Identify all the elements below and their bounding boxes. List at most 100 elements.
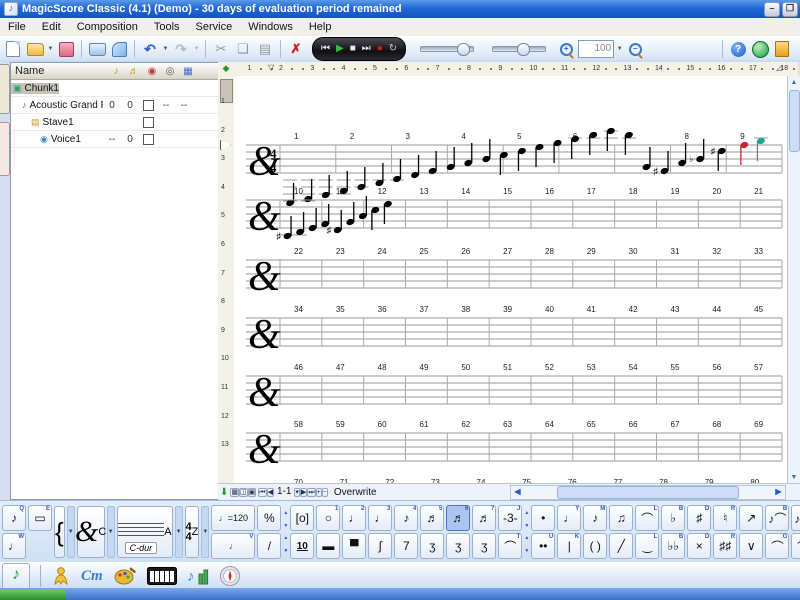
menu-item-composition[interactable]: Composition — [69, 19, 146, 35]
volume-slider[interactable] — [420, 43, 475, 56]
skip-back-button[interactable]: ⏮ — [321, 44, 330, 54]
palette-button[interactable]: ▭ E — [28, 505, 52, 531]
scroll-right-arrow[interactable]: ▶ — [772, 486, 785, 497]
print-preview-button[interactable] — [109, 39, 129, 59]
menu-item-file[interactable]: File — [0, 19, 34, 35]
palette-button[interactable]: ↗ — [739, 505, 764, 531]
palette-button[interactable]: ○ 1 — [316, 505, 341, 531]
palette-button[interactable]: ♯♯ R — [713, 533, 738, 559]
undo-dropdown[interactable]: ▼ — [162, 39, 169, 59]
tree-checkbox[interactable] — [142, 116, 154, 128]
zoom-out-button[interactable]: − — [625, 39, 645, 59]
palette-icon[interactable] — [113, 566, 137, 586]
palette-button[interactable]: •• U — [531, 533, 556, 559]
undo-button[interactable]: ↶ — [140, 39, 160, 59]
palette-button[interactable]: % — [257, 505, 282, 531]
tree-cell[interactable] — [139, 116, 157, 128]
nav-first-button[interactable]: ⏮ — [258, 488, 267, 497]
nav-minus-button[interactable]: − — [321, 488, 328, 497]
menu-item-windows[interactable]: Windows — [240, 19, 301, 35]
palette-button[interactable]: ♩ W — [2, 533, 26, 559]
help-button[interactable]: ? — [728, 39, 748, 59]
palette-brace-button[interactable]: { — [54, 506, 65, 558]
palette-button[interactable]: ♩ 3 — [368, 505, 393, 531]
palette-button[interactable]: 10 — [290, 533, 315, 559]
play-button[interactable]: ▶ — [336, 44, 344, 54]
menu-item-edit[interactable]: Edit — [34, 19, 69, 35]
menu-item-service[interactable]: Service — [188, 19, 241, 35]
view-mode-button-1[interactable]: ▦ — [230, 488, 240, 497]
dock-tab-1[interactable] — [0, 64, 10, 114]
figure-icon[interactable] — [51, 566, 71, 586]
scroll-up-arrow[interactable]: ▲ — [788, 76, 800, 89]
zoom-value-input[interactable]: 100 — [578, 40, 615, 58]
palette-button[interactable]: 7 — [394, 533, 419, 559]
cut-button[interactable]: ✂ — [211, 39, 231, 59]
palette-button[interactable]: / — [257, 533, 282, 559]
palette-button[interactable]: ♪⌒ B — [765, 505, 790, 531]
palette-button[interactable]: -3- J — [498, 505, 523, 531]
goto-icon[interactable]: ⬇ — [220, 487, 228, 498]
palette-timesig-button[interactable]: 44Z — [184, 506, 200, 558]
palette-button[interactable]: ▀ — [342, 533, 367, 559]
loop-button[interactable]: ↻ — [389, 44, 397, 54]
zoom-dropdown[interactable]: ▼ — [616, 39, 623, 59]
save-button[interactable] — [56, 39, 76, 59]
tree-row[interactable]: ▣ Chunk1 — [11, 80, 219, 97]
open-dropdown[interactable]: ▼ — [47, 39, 54, 59]
view-mode-button-3[interactable]: ▣ — [247, 488, 257, 497]
redo-dropdown[interactable]: ▼ — [193, 39, 200, 59]
palette-button[interactable]: ʒ — [446, 533, 471, 559]
keyboard-icon[interactable] — [146, 567, 177, 585]
palette-dropdown[interactable]: ▼ — [106, 506, 115, 558]
exit-button[interactable] — [772, 39, 792, 59]
tree-checkbox[interactable] — [142, 99, 154, 111]
nav-last-button[interactable]: ⏭ — [307, 488, 316, 497]
new-button[interactable] — [3, 39, 23, 59]
palette-dropdown[interactable]: ▼ — [66, 506, 75, 558]
hscroll-thumb[interactable] — [557, 486, 739, 499]
tree-cell[interactable] — [139, 133, 157, 145]
open-button[interactable] — [25, 39, 45, 59]
zoom-in-button[interactable]: + — [556, 39, 576, 59]
palette-spinner[interactable]: ▲ ▼ ▲ ▼ — [524, 507, 529, 557]
palette-button[interactable]: ♭ B — [661, 505, 686, 531]
redo-button[interactable]: ↷ — [171, 39, 191, 59]
minimize-button[interactable]: – — [764, 2, 780, 17]
chord-tool-icon[interactable]: Cm — [81, 568, 103, 585]
palette-button[interactable]: ♯ D — [687, 505, 712, 531]
palette-button[interactable]: ♪ Q — [2, 505, 26, 531]
tree-row[interactable]: ◉ Voice1 -- 0 — [11, 131, 219, 148]
menu-item-help[interactable]: Help — [301, 19, 340, 35]
print-button[interactable] — [87, 39, 107, 59]
palette-button[interactable]: ♬ 5 — [420, 505, 445, 531]
paste-button[interactable]: ▤ — [255, 39, 275, 59]
palette-button[interactable]: ╱ — [609, 533, 634, 559]
note-tab[interactable]: ♪ — [2, 563, 30, 589]
palette-button[interactable]: ♪⌒F — [791, 505, 800, 531]
tempo-slider-knob[interactable] — [517, 43, 531, 56]
tree-row[interactable]: ▤ Stave1 — [11, 114, 219, 131]
nav-plus-button[interactable]: + — [315, 488, 322, 497]
palette-button[interactable]: ♩ 2 — [342, 505, 367, 531]
palette-button[interactable]: ♩ V — [211, 533, 256, 559]
palette-button[interactable]: • — [531, 505, 556, 531]
score-page[interactable]: 123456789&44♯♭♯101112131415161718192021&… — [234, 76, 788, 484]
restore-button[interactable]: ❐ — [782, 2, 798, 17]
palette-button[interactable]: ♩=120 — [211, 505, 256, 531]
copy-button[interactable]: ❏ — [233, 39, 253, 59]
skip-forward-button[interactable]: ⏭ — [362, 44, 371, 54]
palette-button[interactable]: ‿ L — [635, 533, 660, 559]
dock-tab-2[interactable] — [0, 122, 10, 176]
palette-button[interactable]: ▬ — [316, 533, 341, 559]
palette-button[interactable]: ♭♭ B — [661, 533, 686, 559]
compass-icon[interactable] — [219, 565, 241, 587]
record-button[interactable]: ● — [377, 44, 383, 54]
tree-row[interactable]: ♪Acoustic Grand Pi... 00 -- -- — [11, 97, 219, 114]
stop-button[interactable]: ■ — [350, 44, 356, 54]
web-button[interactable] — [750, 39, 770, 59]
view-mode-button-2[interactable]: ◫ — [239, 488, 248, 497]
palette-dropdown[interactable]: ▼ — [174, 506, 183, 558]
palette-button[interactable]: ⌒ L — [635, 505, 660, 531]
palette-button[interactable]: ʒ — [472, 533, 497, 559]
